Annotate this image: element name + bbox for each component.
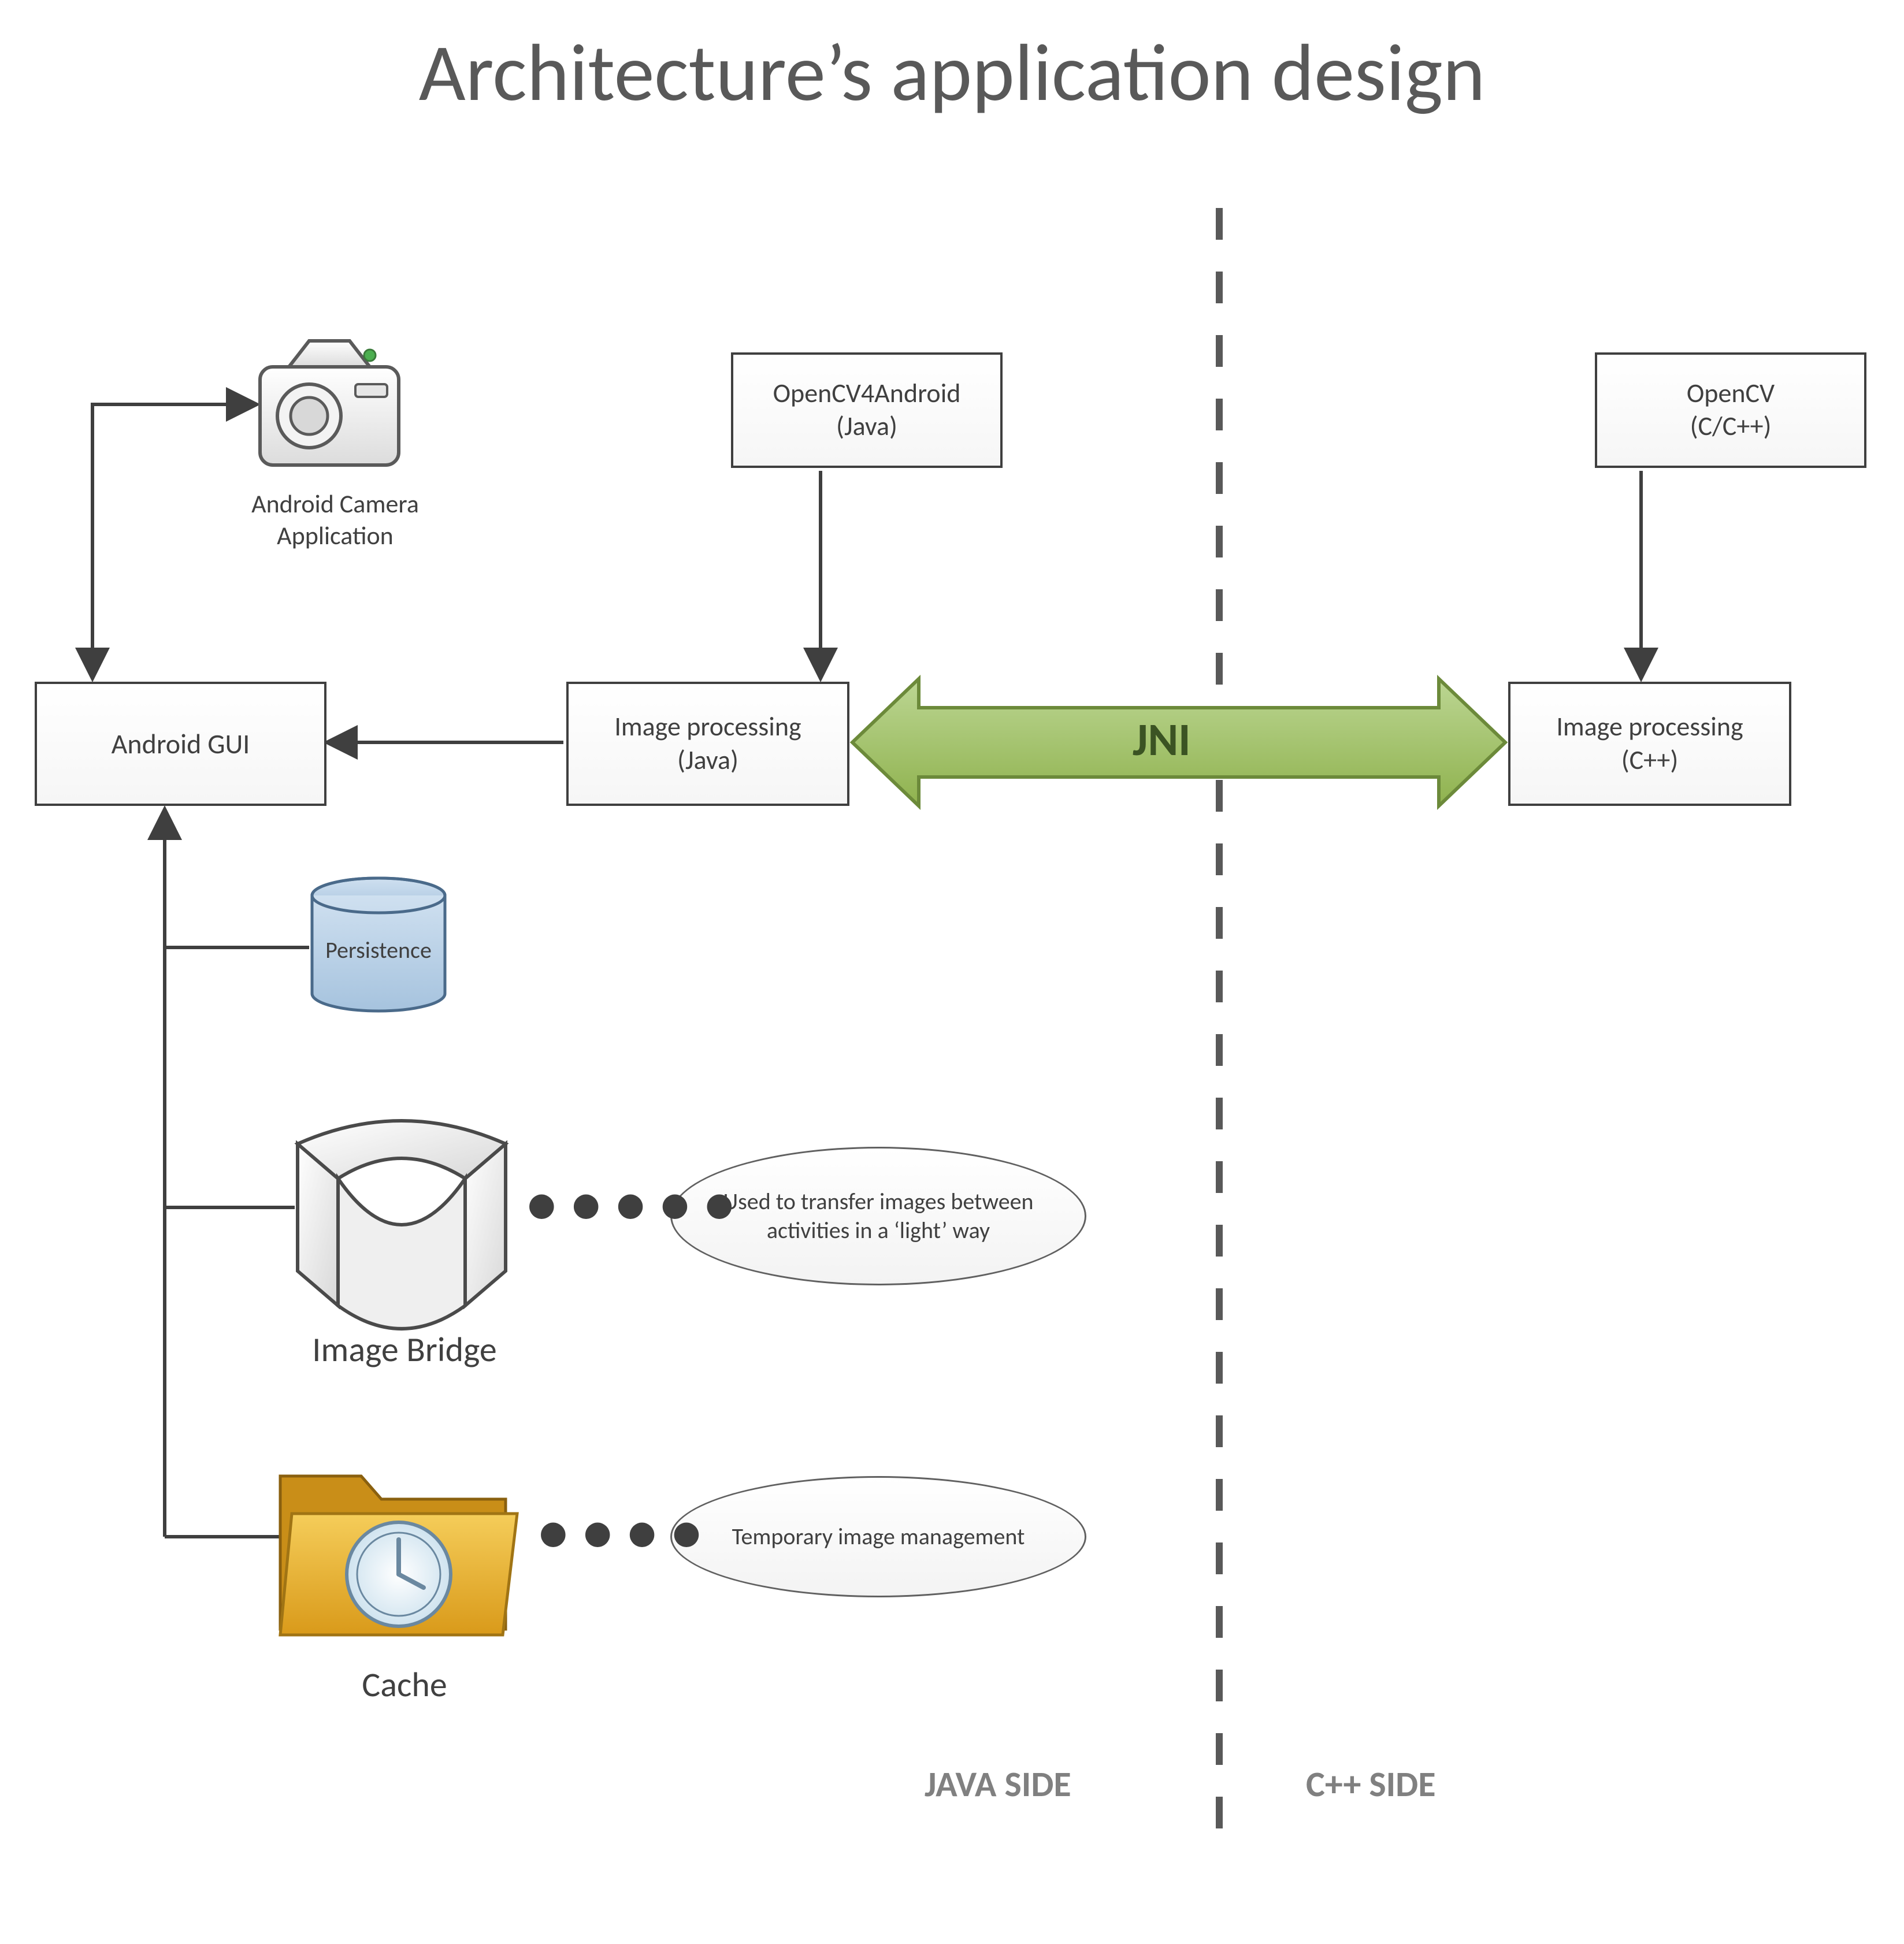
diagram-title: Architecture’s application design (0, 23, 1904, 122)
dots-cache: ●●●● (537, 1501, 715, 1564)
cpp-side-label: C++ SIDE (1306, 1762, 1436, 1806)
persistence-label: Persistence (312, 936, 445, 965)
cache-caption: Cache (318, 1664, 491, 1706)
box-image-processing-cpp: Image processing(C++) (1508, 682, 1791, 806)
image-bridge-caption: Image Bridge (289, 1329, 520, 1371)
box-android-gui: Android GUI (35, 682, 326, 806)
cache-note: Temporary image management (670, 1476, 1086, 1597)
dots-bridge: ●●●●● (526, 1173, 748, 1236)
box-opencv-cpp: OpenCV(C/C++) (1595, 352, 1866, 468)
box-opencv4android: OpenCV4Android(Java) (731, 352, 1003, 468)
box-image-processing-java: Image processing(Java) (566, 682, 849, 806)
bridge-icon (298, 1121, 506, 1329)
camera-icon (260, 341, 399, 465)
jni-label: JNI (1133, 712, 1191, 768)
connector-layer (0, 0, 1904, 1944)
camera-caption: Android CameraApplication (214, 488, 456, 552)
diagram-canvas: Architecture’s application design (0, 0, 1904, 1944)
java-side-label: JAVA SIDE (925, 1762, 1071, 1806)
cache-folder-icon (280, 1476, 517, 1635)
